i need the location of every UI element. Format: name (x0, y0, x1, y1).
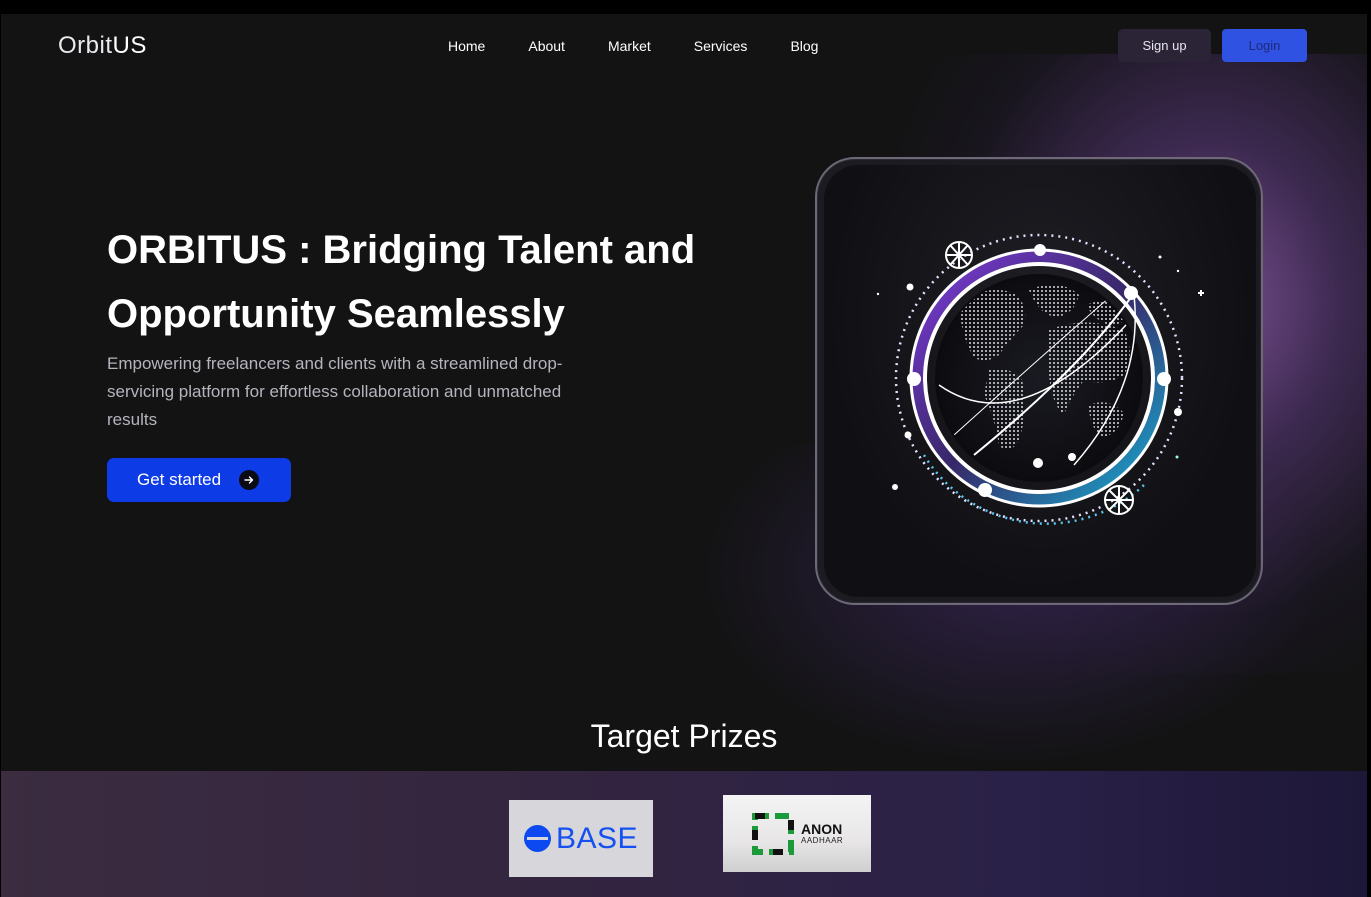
anon-sponsor-tagline: AADHAAR (801, 835, 844, 845)
brand-logo[interactable]: OrbitUS (58, 32, 147, 60)
main-nav: Home About Market Services Blog (448, 38, 861, 54)
brand-name-part1: Orbit (58, 32, 113, 59)
nav-about[interactable]: About (528, 38, 565, 54)
arrow-right-icon (239, 470, 259, 490)
hero-subtitle: Empowering freelancers and clients with … (107, 354, 563, 429)
hero-image-card (815, 157, 1263, 605)
prizes-title: Target Prizes (590, 718, 778, 754)
get-started-label: Get started (137, 470, 222, 489)
brand-name-part2: US (112, 32, 147, 59)
base-sponsor-name: BASE (555, 821, 639, 855)
globe-orbit-illustration (824, 165, 1256, 597)
nav-services[interactable]: Services (694, 38, 748, 54)
nav-market[interactable]: Market (608, 38, 651, 54)
prize-sponsors-band: BASE ANON AADHAAR (1, 771, 1367, 897)
nav-home[interactable]: Home (448, 38, 485, 54)
page: OrbitUS Home About Market Services Blog … (1, 14, 1367, 897)
nav-blog[interactable]: Blog (790, 38, 818, 54)
anon-sponsor-name: ANON (801, 820, 843, 837)
hero-title: ORBITUS : Bridging Talent and Opportunit… (107, 228, 696, 336)
base-sponsor-logo[interactable]: BASE (509, 800, 653, 877)
base-mark-icon (523, 825, 551, 852)
anon-aadhaar-sponsor-logo[interactable]: ANON AADHAAR (723, 795, 871, 872)
signup-button[interactable]: Sign up (1118, 29, 1211, 62)
login-button[interactable]: Login (1222, 29, 1307, 62)
get-started-button[interactable]: Get started (107, 458, 291, 502)
anon-aadhaar-mark-icon (752, 812, 794, 855)
anon-aadhaar-text: ANON AADHAAR (801, 822, 843, 846)
